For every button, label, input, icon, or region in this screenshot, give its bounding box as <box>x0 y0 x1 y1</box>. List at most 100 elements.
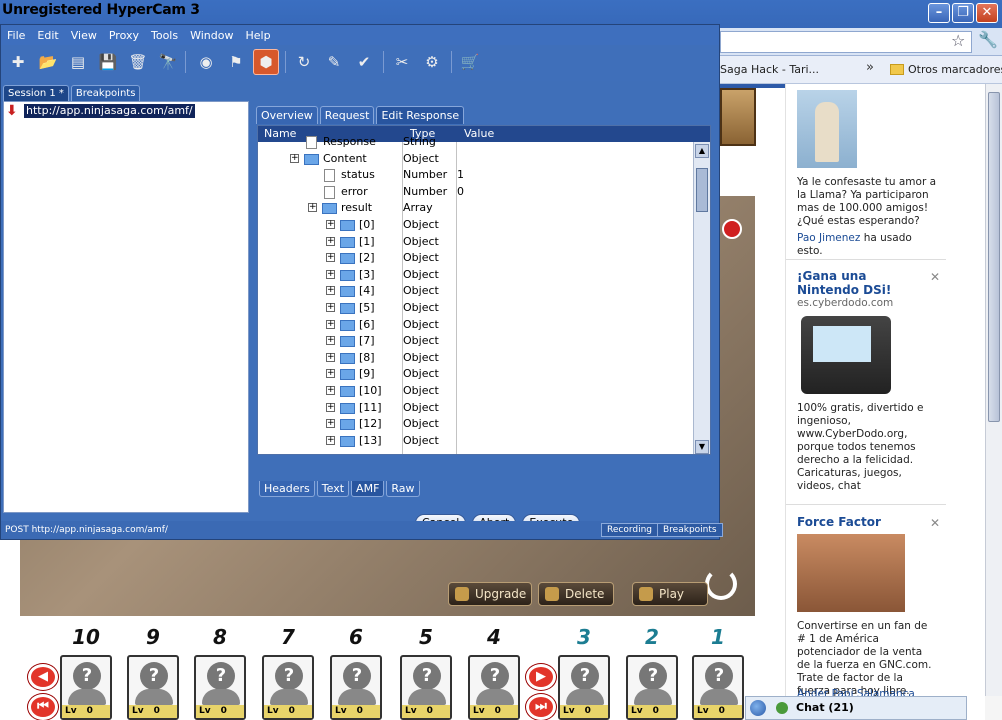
ad2-url[interactable]: es.cyberdodo.com <box>797 297 893 309</box>
tab-text[interactable]: Text <box>316 481 350 497</box>
llama-ad-image[interactable] <box>797 90 857 168</box>
table-row[interactable]: + Content Object <box>258 151 692 167</box>
close-icon[interactable]: ✕ <box>976 3 998 23</box>
character-slot[interactable]: ? Lv 0 <box>468 655 520 720</box>
nintendo-ad-image[interactable] <box>801 316 891 394</box>
character-slot[interactable]: ? Lv 0 <box>692 655 744 720</box>
character-slot[interactable]: ? Lv 0 <box>400 655 452 720</box>
menu-item-view[interactable]: View <box>71 29 97 42</box>
next-page-button[interactable]: ▶ <box>526 664 556 690</box>
page-scrollbar[interactable] <box>985 84 1002 696</box>
request-url-item[interactable]: http://app.ninjasaga.com/amf/ <box>24 104 195 118</box>
expand-icon[interactable]: + <box>326 236 335 246</box>
expand-icon[interactable]: + <box>308 203 317 213</box>
settings-gear-icon[interactable]: ⚙ <box>419 49 445 75</box>
table-row[interactable]: + [9] Object <box>258 366 692 382</box>
play-button[interactable]: Play <box>632 582 708 606</box>
tab-amf[interactable]: AMF <box>351 481 385 497</box>
tab-request[interactable]: Request <box>319 106 375 124</box>
status-recording-button[interactable]: Recording <box>601 523 659 537</box>
tab-overview[interactable]: Overview <box>256 106 318 124</box>
tab-headers[interactable]: Headers <box>259 481 315 497</box>
table-row[interactable]: + [0] Object <box>258 217 692 233</box>
force-factor-ad-image[interactable] <box>797 534 905 612</box>
expand-icon[interactable]: + <box>326 253 335 263</box>
row-value[interactable]: 1 <box>457 167 464 183</box>
ad1-user-link[interactable]: Pao Jimenez <box>797 232 860 244</box>
expand-icon[interactable]: + <box>326 402 335 412</box>
grid-scroll-thumb[interactable] <box>696 168 708 212</box>
character-slot[interactable]: ? Lv 0 <box>194 655 246 720</box>
table-row[interactable]: + result Array <box>258 200 692 216</box>
table-row[interactable]: status Number 1 <box>258 167 692 183</box>
menu-item-tools[interactable]: Tools <box>151 29 178 42</box>
open-icon[interactable]: 📂 <box>35 49 61 75</box>
star-icon[interactable]: ☆ <box>951 31 965 50</box>
menu-item-help[interactable]: Help <box>245 29 270 42</box>
character-slot[interactable]: ? Lv 0 <box>330 655 382 720</box>
clear-icon[interactable]: 🗑 <box>125 49 151 75</box>
expand-icon[interactable]: + <box>326 435 335 445</box>
table-row[interactable]: Response String <box>258 134 692 150</box>
table-row[interactable]: + [4] Object <box>258 283 692 299</box>
cart-icon[interactable]: 🛒 <box>457 49 483 75</box>
wrench-icon[interactable]: 🔧 <box>978 30 998 49</box>
menu-item-edit[interactable]: Edit <box>37 29 58 42</box>
first-page-button[interactable]: ⏮ <box>28 694 58 720</box>
table-row[interactable]: + [5] Object <box>258 300 692 316</box>
scroll-down-icon[interactable]: ▼ <box>695 440 709 454</box>
tools-icon[interactable]: ✂ <box>389 49 415 75</box>
repeat-icon[interactable]: ↻ <box>291 49 317 75</box>
row-value[interactable]: 0 <box>457 184 464 200</box>
expand-icon[interactable]: + <box>326 352 335 362</box>
chat-bar[interactable]: Chat (21) <box>745 696 967 720</box>
close-session-icon[interactable]: ▤ <box>65 49 91 75</box>
table-row[interactable]: error Number 0 <box>258 184 692 200</box>
page-scrollbar-thumb[interactable] <box>988 92 1000 422</box>
expand-icon[interactable]: + <box>290 153 299 163</box>
table-row[interactable]: + [13] Object <box>258 433 692 449</box>
tab-breakpoints[interactable]: Breakpoints <box>70 85 141 101</box>
character-slot[interactable]: ? Lv 0 <box>60 655 112 720</box>
scroll-up-icon[interactable]: ▲ <box>695 144 709 158</box>
breakpoints-stop-icon[interactable]: ⬢ <box>253 49 279 75</box>
address-input[interactable] <box>720 31 972 53</box>
globe-icon[interactable] <box>750 700 766 716</box>
bookmark-otros[interactable]: Otros marcadores <box>890 63 1002 76</box>
ad2-close-icon[interactable]: ✕ <box>930 270 940 284</box>
menu-item-file[interactable]: File <box>7 29 25 42</box>
expand-icon[interactable]: + <box>326 419 335 429</box>
table-row[interactable]: + [11] Object <box>258 400 692 416</box>
upgrade-button[interactable]: Upgrade <box>448 582 532 606</box>
character-slot[interactable]: ? Lv 0 <box>127 655 179 720</box>
throttle-icon[interactable]: ⚑ <box>223 49 249 75</box>
ad3-title[interactable]: Force Factor <box>797 515 881 529</box>
edit-pencil-icon[interactable]: ✎ <box>321 49 347 75</box>
save-icon[interactable]: 💾 <box>95 49 121 75</box>
expand-icon[interactable]: + <box>326 386 335 395</box>
new-session-icon[interactable]: ✚ <box>5 49 31 75</box>
maximize-icon[interactable]: ❐ <box>952 3 974 23</box>
table-row[interactable]: + [1] Object <box>258 234 692 250</box>
bookmark-saga-hack[interactable]: Saga Hack - Tari... <box>720 63 819 76</box>
character-slot[interactable]: ? Lv 0 <box>626 655 678 720</box>
character-slot[interactable]: ? Lv 0 <box>262 655 314 720</box>
status-breakpoints-button[interactable]: Breakpoints <box>657 523 723 537</box>
ad3-close-icon[interactable]: ✕ <box>930 516 940 530</box>
grid-scrollbar[interactable]: ▲ ▼ <box>693 142 710 454</box>
expand-icon[interactable]: + <box>326 369 335 379</box>
expand-icon[interactable]: + <box>326 269 335 279</box>
expand-icon[interactable]: + <box>326 336 335 346</box>
expand-icon[interactable]: + <box>326 286 335 296</box>
record-icon[interactable]: ◉ <box>193 49 219 75</box>
character-slot[interactable]: ? Lv 0 <box>558 655 610 720</box>
expand-icon[interactable]: + <box>326 220 335 229</box>
chevron-right-icon[interactable]: » <box>866 60 874 75</box>
table-row[interactable]: + [12] Object <box>258 416 692 432</box>
prev-page-button[interactable]: ◀ <box>28 664 58 690</box>
table-row[interactable]: + [10] Object <box>258 383 692 399</box>
table-row[interactable]: + [6] Object <box>258 317 692 333</box>
menu-item-window[interactable]: Window <box>190 29 233 42</box>
find-icon[interactable]: 🔭 <box>155 49 181 75</box>
table-row[interactable]: + [7] Object <box>258 333 692 349</box>
